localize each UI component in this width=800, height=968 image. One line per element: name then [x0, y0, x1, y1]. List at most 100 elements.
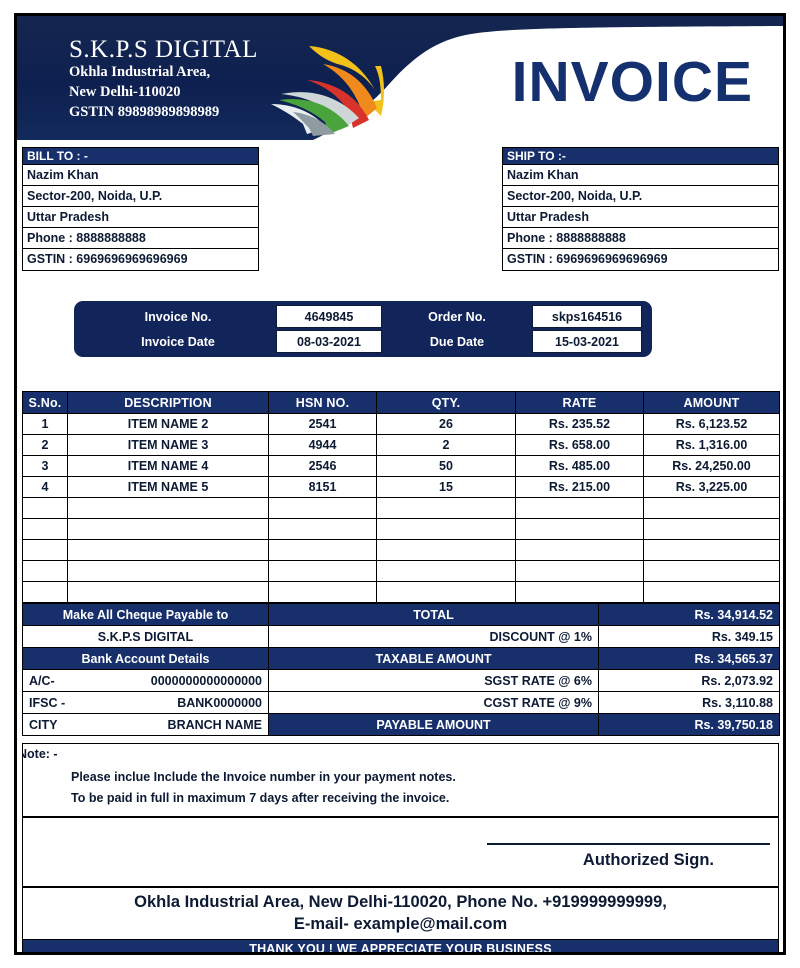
bill-to-state: Uttar Pradesh — [23, 207, 258, 228]
cell-empty — [643, 581, 780, 603]
cell-empty — [67, 497, 269, 519]
company-name: S.K.P.S DIGITAL — [69, 36, 258, 63]
summary-label-total: TOTAL — [268, 603, 599, 626]
cell-amount: Rs. 24,250.00 — [643, 455, 780, 477]
cell-sno: 4 — [22, 476, 68, 498]
cell-description: ITEM NAME 5 — [67, 476, 269, 498]
totals-row-total: Make All Cheque Payable to TOTAL Rs. 34,… — [22, 603, 780, 626]
cell-amount: Rs. 1,316.00 — [643, 434, 780, 456]
footer-address: Okhla Industrial Area, New Delhi-110020,… — [22, 887, 779, 939]
table-row-empty — [22, 497, 780, 519]
cell-empty — [376, 518, 516, 540]
totals-row-discount: S.K.P.S DIGITAL DISCOUNT @ 1% Rs. 349.15 — [22, 625, 780, 648]
invoice-no-value: 4649845 — [276, 305, 382, 328]
cell-qty: 26 — [376, 413, 516, 435]
cell-empty — [515, 539, 644, 561]
totals-row-taxable: Bank Account Details TAXABLE AMOUNT Rs. … — [22, 647, 780, 670]
totals-row-payable: CITY BRANCH NAME PAYABLE AMOUNT Rs. 39,7… — [22, 713, 780, 736]
cell-qty: 15 — [376, 476, 516, 498]
cell-empty — [22, 518, 68, 540]
ship-to-heading: SHIP TO :- — [503, 148, 778, 165]
footer-address-line2: E-mail- example@mail.com — [293, 914, 508, 933]
page-title: INVOICE — [511, 50, 753, 114]
cell-empty — [268, 560, 377, 582]
column-header-description: DESCRIPTION — [67, 391, 269, 414]
invoice-meta-row-1: Invoice No. 4649845 Order No. skps164516 — [80, 305, 646, 328]
summary-value-taxable: Rs. 34,565.37 — [598, 647, 780, 670]
cell-empty — [643, 560, 780, 582]
cell-rate: Rs. 658.00 — [515, 434, 644, 456]
column-header-rate: RATE — [515, 391, 644, 414]
cell-empty — [268, 539, 377, 561]
summary-label-discount: DISCOUNT @ 1% — [268, 625, 599, 648]
cell-empty — [376, 560, 516, 582]
cell-empty — [22, 539, 68, 561]
cell-empty — [67, 560, 269, 582]
authorized-sign-label: Authorized Sign. — [582, 851, 714, 869]
table-row: 2 ITEM NAME 3 4944 2 Rs. 658.00 Rs. 1,31… — [22, 434, 780, 456]
note-line-1: Please inclue Include the Invoice number… — [71, 770, 456, 784]
address-section: BILL TO : - Nazim Khan Sector-200, Noida… — [17, 147, 783, 272]
cell-description: ITEM NAME 3 — [67, 434, 269, 456]
cell-empty — [67, 518, 269, 540]
cell-hsn: 8151 — [268, 476, 377, 498]
note-label: Note: - — [23, 747, 58, 761]
summary-value-total: Rs. 34,914.52 — [598, 603, 780, 626]
cell-empty — [643, 539, 780, 561]
ship-to-address: Sector-200, Noida, U.P. — [503, 186, 778, 207]
ship-to-block: SHIP TO :- Nazim Khan Sector-200, Noida,… — [502, 147, 779, 271]
summary-label-taxable: TAXABLE AMOUNT — [268, 647, 599, 670]
cheque-payable-label: Make All Cheque Payable to — [22, 603, 269, 626]
cell-description: ITEM NAME 4 — [67, 455, 269, 477]
invoice-date-value: 08-03-2021 — [276, 330, 382, 353]
account-label: A/C- — [29, 673, 55, 688]
table-row: 4 ITEM NAME 5 8151 15 Rs. 215.00 Rs. 3,2… — [22, 476, 780, 498]
due-date-label: Due Date — [429, 334, 485, 349]
company-address-line2: New Delhi-110020 — [69, 83, 181, 100]
invoice-sheet: S.K.P.S DIGITAL Okhla Industrial Area, N… — [14, 13, 786, 955]
cell-empty — [268, 581, 377, 603]
cell-empty — [515, 518, 644, 540]
cell-sno: 1 — [22, 413, 68, 435]
ifsc-value: BANK0000000 — [177, 695, 262, 710]
bank-ifsc-row: IFSC - BANK0000000 — [22, 691, 269, 714]
note-section: Note: - Please inclue Include the Invoic… — [22, 743, 779, 817]
cell-empty — [22, 497, 68, 519]
footer-thank-you-bar: THANK YOU ! WE APPRECIATE YOUR BUSINESS — [22, 939, 779, 952]
ship-to-gstin: GSTIN : 6969696969696969 — [507, 252, 668, 266]
totals-row-cgst: IFSC - BANK0000000 CGST RATE @ 9% Rs. 3,… — [22, 691, 780, 714]
invoice-meta-row-2: Invoice Date 08-03-2021 Due Date 15-03-2… — [80, 330, 646, 353]
cell-empty — [515, 560, 644, 582]
summary-value-payable: Rs. 39,750.18 — [598, 713, 780, 736]
cell-empty — [67, 581, 269, 603]
cell-rate: Rs. 235.52 — [515, 413, 644, 435]
company-logo-swoosh-icon — [263, 38, 393, 140]
cell-empty — [515, 497, 644, 519]
company-gstin: GSTIN 89898989898989 — [69, 103, 220, 120]
cell-empty — [22, 560, 68, 582]
bank-branch-row: CITY BRANCH NAME — [22, 713, 269, 736]
signature-line — [487, 843, 770, 845]
bank-details-label: Bank Account Details — [22, 647, 269, 670]
invoice-date-label: Invoice Date — [141, 334, 215, 349]
summary-label-sgst: SGST RATE @ 6% — [268, 669, 599, 692]
bill-to-phone: Phone : 8888888888 — [23, 228, 258, 249]
summary-value-cgst: Rs. 3,110.88 — [598, 691, 780, 714]
cheque-payable-value: S.K.P.S DIGITAL — [22, 625, 269, 648]
totals-and-bank-table: Make All Cheque Payable to TOTAL Rs. 34,… — [22, 603, 780, 736]
summary-value-sgst: Rs. 2,073.92 — [598, 669, 780, 692]
cell-empty — [268, 497, 377, 519]
cell-hsn: 2541 — [268, 413, 377, 435]
cell-hsn: 4944 — [268, 434, 377, 456]
ship-to-phone: Phone : 8888888888 — [503, 228, 778, 249]
note-line-2: To be paid in full in maximum 7 days aft… — [71, 791, 450, 805]
table-row-empty — [22, 581, 780, 603]
table-row-empty — [22, 539, 780, 561]
table-row-empty — [22, 518, 780, 540]
line-items-header-row: S.No. DESCRIPTION HSN NO. QTY. RATE AMOU… — [22, 391, 780, 414]
cell-hsn: 2546 — [268, 455, 377, 477]
summary-label-cgst: CGST RATE @ 9% — [268, 691, 599, 714]
company-address-line1: Okhla Industrial Area, — [69, 64, 211, 81]
cell-sno: 3 — [22, 455, 68, 477]
cell-empty — [643, 518, 780, 540]
